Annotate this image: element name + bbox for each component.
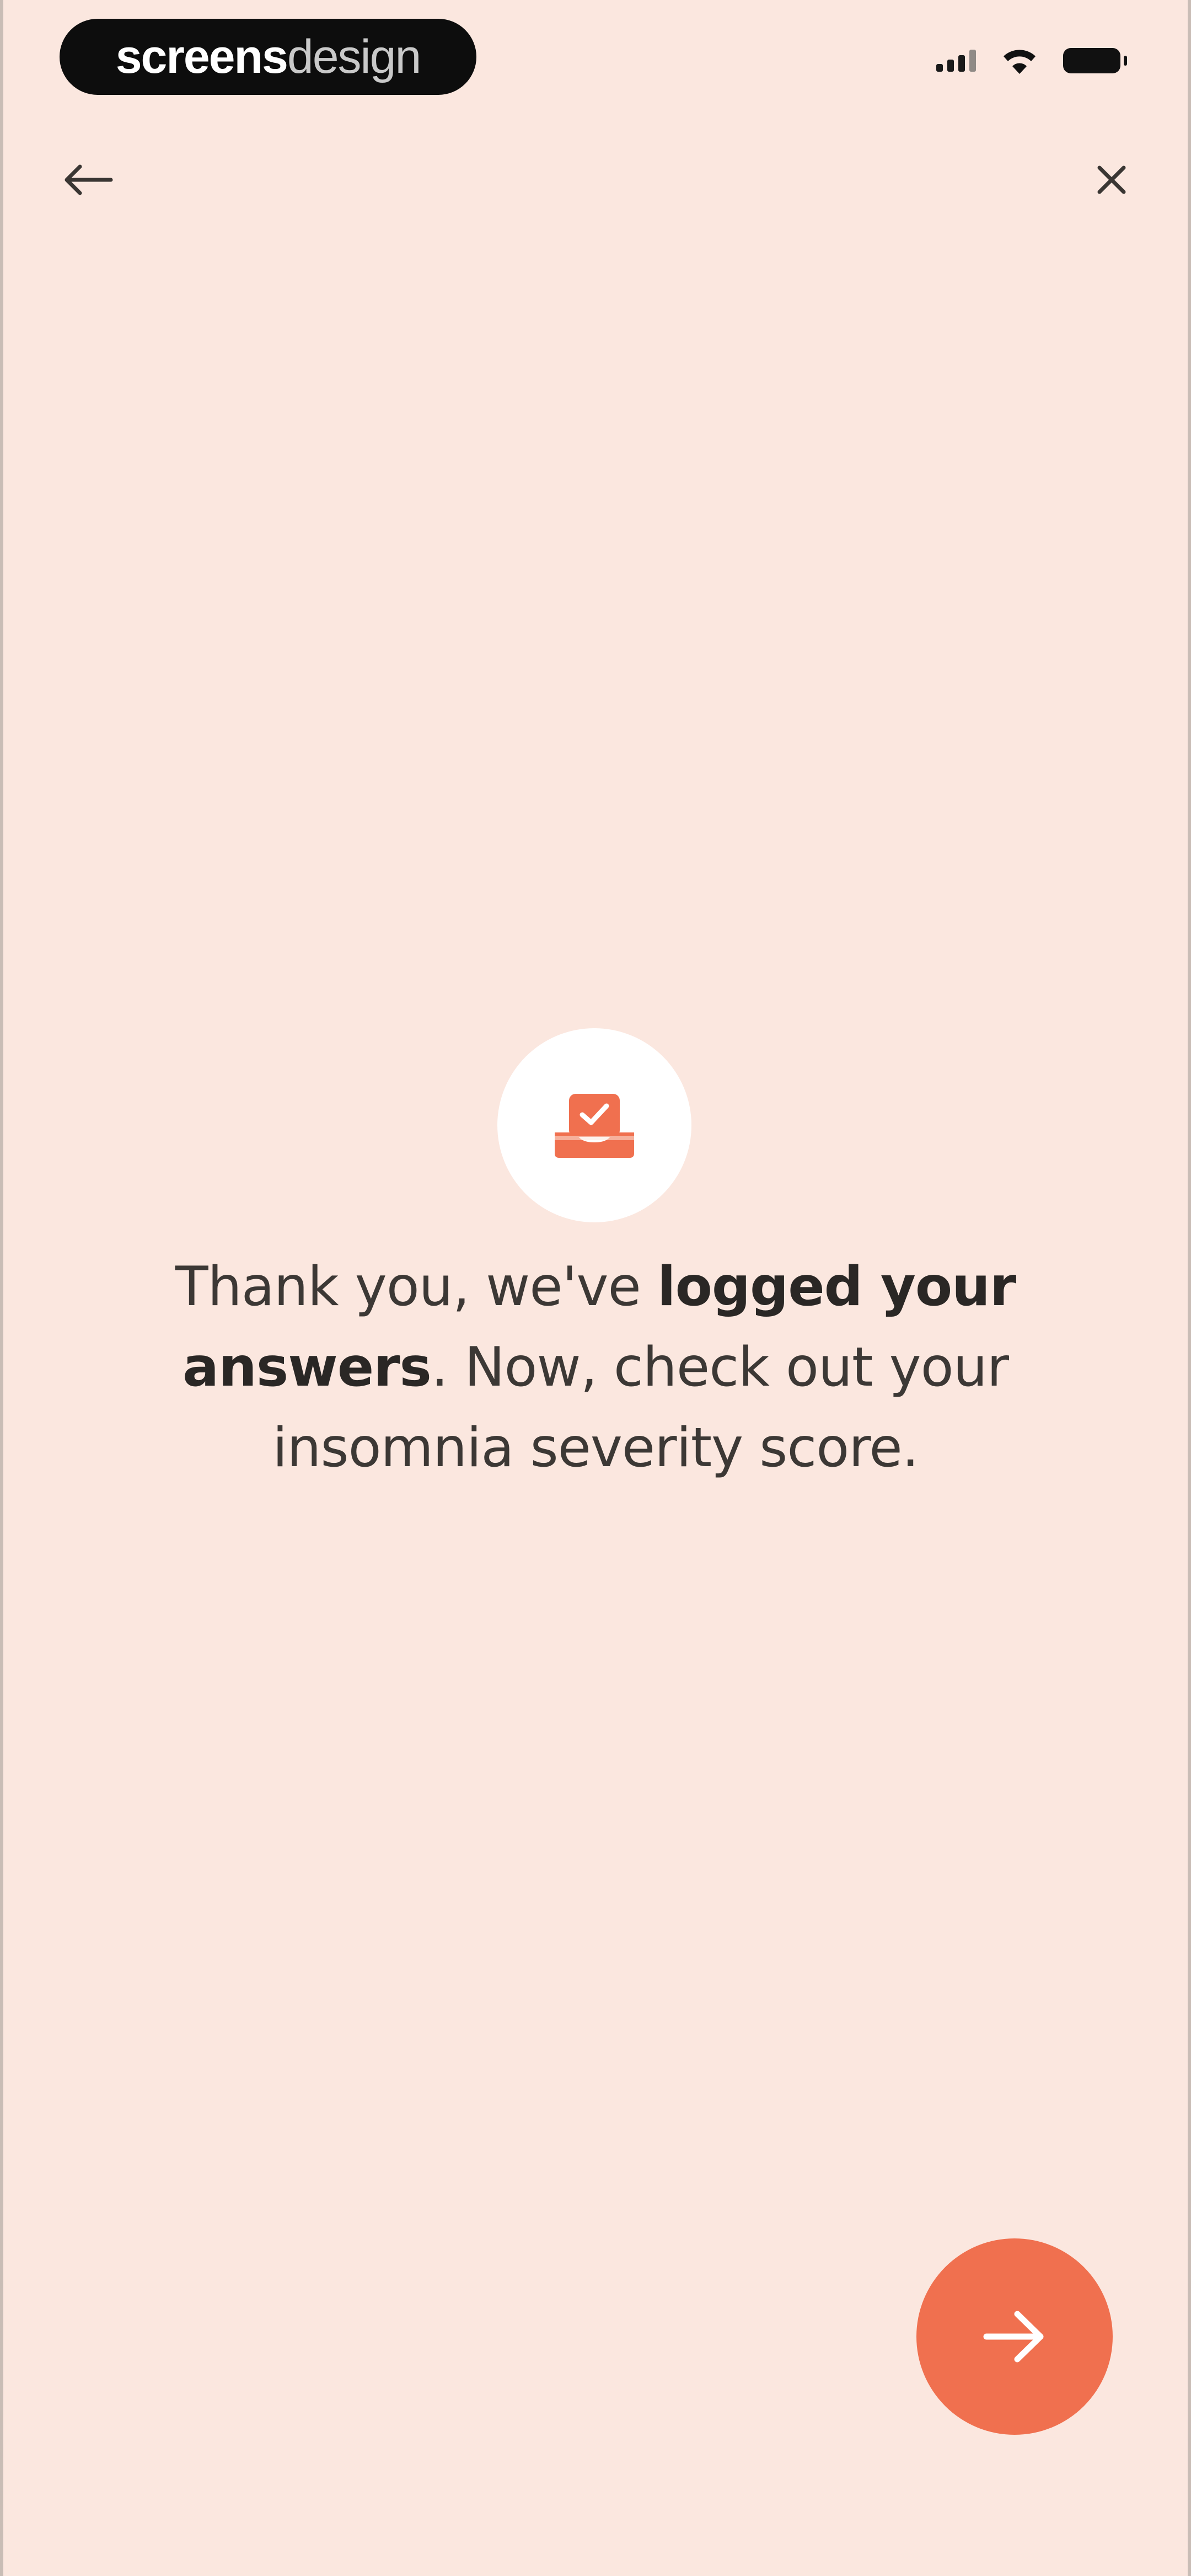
close-icon [1097, 165, 1126, 194]
message-text-start: Thank you, we've [175, 1255, 657, 1318]
confirmation-message: Thank you, we've logged your answers. No… [61, 1247, 1130, 1488]
back-button[interactable] [57, 158, 118, 202]
battery-icon [1063, 48, 1127, 73]
brand-text-bold: screens [115, 30, 288, 83]
checked-tray-icon [555, 1094, 634, 1158]
wifi-icon [1004, 50, 1036, 74]
close-button[interactable] [1090, 158, 1134, 202]
app-screen: screensdesign Thank you, we've logged yo… [0, 0, 1191, 2576]
next-button[interactable] [916, 2238, 1113, 2435]
brand-logo: screensdesign [60, 19, 476, 95]
success-badge [497, 1028, 691, 1222]
brand-text-light: design [287, 30, 421, 83]
brand-text: screensdesign [115, 30, 422, 83]
arrow-left-icon [65, 164, 113, 195]
status-icons [936, 46, 1127, 75]
cellular-signal-icon [936, 50, 976, 72]
arrow-right-icon [983, 2311, 1044, 2363]
